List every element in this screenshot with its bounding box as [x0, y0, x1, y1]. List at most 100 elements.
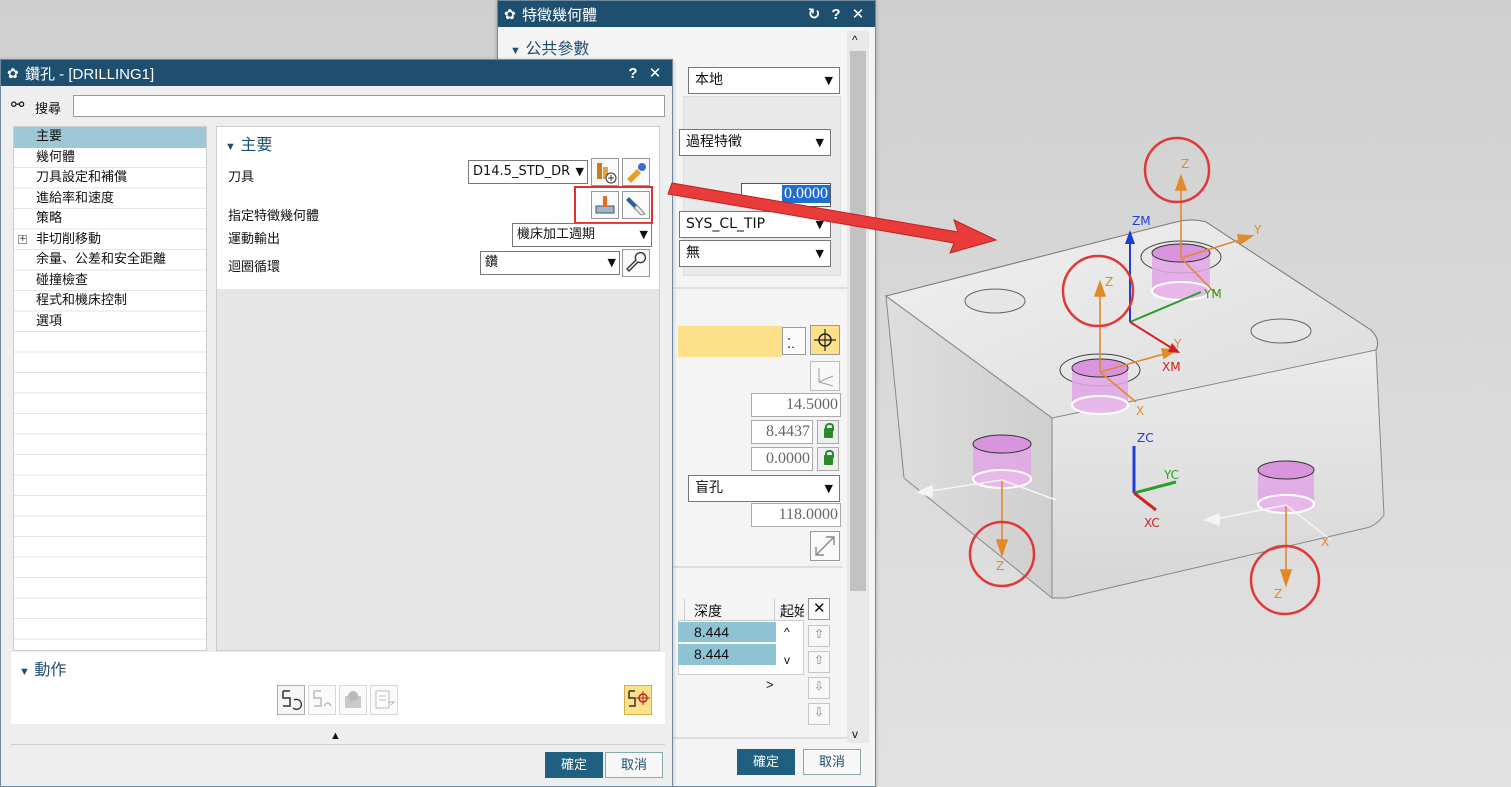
- lock-icon[interactable]: [817, 447, 839, 471]
- table-header-start: 起始: [780, 603, 804, 619]
- tree-item[interactable]: 選項: [14, 312, 206, 333]
- edit-tool-icon[interactable]: [622, 158, 650, 186]
- z-axis-label: Z: [1105, 275, 1113, 289]
- value-field[interactable]: 0.0000: [741, 183, 831, 207]
- motion-output-label: 運動輸出: [228, 232, 281, 247]
- option-select[interactable]: 無 ▼: [679, 240, 831, 267]
- selected-feature-highlight[interactable]: [678, 326, 782, 357]
- replay-icon[interactable]: [308, 685, 336, 715]
- delete-row-icon[interactable]: ✕: [808, 598, 830, 620]
- list-icon[interactable]: [370, 685, 398, 715]
- tree-item[interactable]: + 非切削移動: [14, 230, 206, 251]
- specify-feature-icon[interactable]: [591, 191, 619, 219]
- tree-item[interactable]: 碰撞檢查: [14, 271, 206, 292]
- tool-select[interactable]: D14.5_STD_DR ▼: [468, 160, 588, 184]
- feature-cancel-button[interactable]: 取消: [803, 749, 861, 775]
- display-feature-icon[interactable]: [622, 191, 650, 219]
- actions-section: ▼ 動作: [11, 652, 665, 724]
- main-panel: ▼ 主要 刀具 D14.5_STD_DR ▼ 指定特徵幾何體 運動輸出 機床加工…: [216, 126, 660, 651]
- point-dialog-icon[interactable]: ⁚.: [782, 327, 806, 355]
- tree-item-label: 余量、公差和安全距離: [36, 252, 167, 267]
- drilling-dialog-titlebar[interactable]: ✿ 鑽孔 - [DRILLING1] ? ✕: [1, 60, 672, 86]
- source-select[interactable]: 過程特徵 ▼: [679, 129, 831, 156]
- gear-icon: ✿: [504, 5, 516, 22]
- scroll-thumb[interactable]: [850, 51, 866, 591]
- table-scroll-down-icon[interactable]: v: [784, 653, 790, 667]
- feature-dialog-titlebar[interactable]: ✿ 特徵幾何體 ↻ ? ✕: [498, 1, 875, 27]
- hole-type-select[interactable]: 盲孔 ▼: [688, 475, 840, 502]
- scroll-down-icon[interactable]: v: [852, 727, 858, 741]
- tree-item-label: 策略: [36, 211, 63, 226]
- move-top-icon[interactable]: ⇧: [808, 625, 830, 647]
- cycle-select[interactable]: 鑽 ▼: [480, 251, 620, 275]
- display-feature-icon: [626, 197, 646, 216]
- reference-point-select[interactable]: SYS_CL_TIP ▼: [679, 211, 831, 238]
- table-row[interactable]: 8.444: [678, 644, 776, 665]
- main-section-header[interactable]: ▼ 主要: [225, 131, 272, 155]
- drilling-cancel-button[interactable]: 取消: [605, 752, 663, 778]
- feature-geometry-label: 指定特徵幾何體: [228, 209, 320, 224]
- actions-section-header[interactable]: ▼ 動作: [19, 656, 66, 680]
- lock-icon[interactable]: [817, 420, 839, 444]
- table-row[interactable]: 8.444: [678, 622, 776, 643]
- tree-item-label: 進給率和速度: [36, 190, 115, 206]
- collapse-caret-icon: ▼: [225, 141, 236, 153]
- wrench-icon: [626, 251, 647, 272]
- list-icon: [375, 690, 396, 709]
- search-label: 搜尋: [35, 101, 62, 116]
- resize-icon[interactable]: [810, 531, 840, 561]
- tool-path-icon[interactable]: [624, 685, 652, 715]
- tree-item[interactable]: 刀具設定和補償: [14, 168, 206, 189]
- replay-icon: [313, 690, 332, 707]
- xc-axis-label: XC: [1144, 516, 1160, 530]
- help-icon[interactable]: ?: [825, 6, 847, 23]
- tree-item[interactable]: 程式和機床控制: [14, 291, 206, 312]
- feature-dialog-scrollbar[interactable]: ^ v: [847, 31, 869, 743]
- motion-output-select[interactable]: 機床加工週期 ▼: [512, 223, 652, 247]
- verify-icon: [345, 691, 361, 708]
- wrench-icon[interactable]: [622, 249, 650, 277]
- coord-mode-select[interactable]: 本地 ▼: [688, 67, 840, 94]
- angle-field[interactable]: 118.0000: [751, 503, 841, 527]
- verify-icon[interactable]: [339, 685, 367, 715]
- x-axis-label: X: [1136, 404, 1144, 418]
- drilling-dialog-title: 鑽孔 - [DRILLING1]: [25, 65, 155, 83]
- reset-icon[interactable]: ↻: [803, 5, 825, 23]
- depth-field-2[interactable]: 0.0000: [751, 447, 813, 471]
- table-scroll-right-icon[interactable]: >: [766, 677, 774, 692]
- expand-icon[interactable]: +: [18, 234, 27, 244]
- close-icon[interactable]: ✕: [644, 64, 666, 82]
- depth-field-1[interactable]: 8.4437: [751, 420, 813, 444]
- move-up-icon[interactable]: ⇧: [808, 651, 830, 673]
- tree-item[interactable]: 進給率和速度: [14, 189, 206, 210]
- tree-item-label: 非切削移動: [36, 231, 102, 247]
- help-icon[interactable]: ?: [622, 65, 644, 82]
- crosshair-icon[interactable]: [810, 325, 840, 355]
- tree-item[interactable]: 余量、公差和安全距離: [14, 250, 206, 271]
- y-axis-label: Y: [1173, 337, 1182, 351]
- graphics-window[interactable]: Z Z Z Z Y Y X X ZM YM XM ZC YC XC: [876, 0, 1511, 787]
- main-section: ▼ 主要 刀具 D14.5_STD_DR ▼ 指定特徵幾何體 運動輸出 機床加工…: [217, 127, 659, 289]
- tree-item[interactable]: 策略: [14, 209, 206, 230]
- chevron-down-icon: ▼: [639, 228, 648, 241]
- diameter-field[interactable]: 14.5000: [751, 393, 841, 417]
- tree-item[interactable]: 主要: [14, 127, 206, 148]
- chevron-down-icon: ▼: [815, 218, 824, 231]
- csys-icon[interactable]: [810, 361, 840, 391]
- tree-item-label: 選項: [36, 313, 63, 329]
- xm-axis-label: XM: [1162, 360, 1181, 374]
- drilling-ok-button[interactable]: 確定: [545, 752, 603, 778]
- common-params-section-header[interactable]: ▼ 公共參數: [510, 35, 589, 59]
- settings-tree[interactable]: 主要 幾何體 刀具設定和補償 進給率和速度 策略 + 非切削移動余量、公差和安全距離碰撞檢查…: [13, 126, 207, 651]
- move-down-icon[interactable]: ⇩: [808, 677, 830, 699]
- tree-item[interactable]: 幾何體: [14, 148, 206, 169]
- table-scroll-up-icon[interactable]: ^: [784, 625, 790, 639]
- new-tool-icon[interactable]: [591, 158, 619, 186]
- scroll-up-icon[interactable]: ^: [852, 33, 858, 47]
- generate-icon[interactable]: [277, 685, 305, 715]
- search-input[interactable]: [73, 95, 665, 117]
- feature-ok-button[interactable]: 確定: [737, 749, 795, 775]
- collapse-up-icon[interactable]: ▲: [330, 730, 341, 742]
- move-bottom-icon[interactable]: ⇩: [808, 703, 830, 725]
- close-icon[interactable]: ✕: [847, 5, 869, 23]
